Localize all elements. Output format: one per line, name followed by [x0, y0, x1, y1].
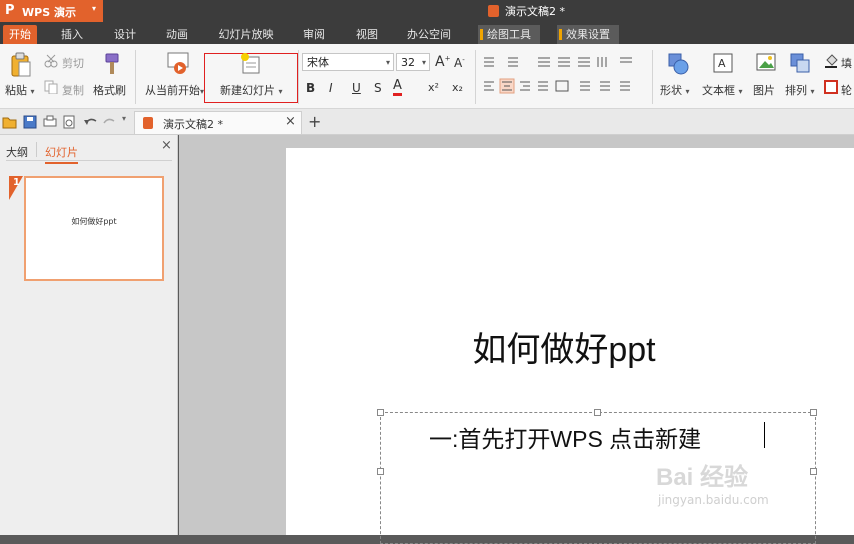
tab-review[interactable]: 审阅: [297, 25, 331, 44]
textbox-label: 文本框: [702, 84, 735, 97]
paragraph-tools[interactable]: [480, 54, 648, 100]
underline-button[interactable]: U: [352, 81, 361, 95]
tab-home[interactable]: 开始: [3, 25, 37, 44]
fill-button[interactable]: 填: [841, 55, 852, 71]
grow-font-button[interactable]: A+: [435, 54, 450, 70]
text-cursor: [764, 422, 765, 448]
quick-access-toolbar: ▾: [0, 109, 854, 135]
presentation-file-icon: [143, 117, 153, 129]
paste-label: 粘贴: [5, 84, 27, 97]
scissors-icon: [44, 54, 58, 68]
font-size-select[interactable]: 32 ▾: [396, 53, 430, 71]
tab-drawing-tools[interactable]: 绘图工具: [478, 25, 540, 44]
copy-button[interactable]: 复制: [62, 82, 84, 98]
paste-button[interactable]: 粘贴 ▾: [5, 82, 35, 98]
resize-handle[interactable]: [377, 468, 384, 475]
resize-handle[interactable]: [810, 468, 817, 475]
watermark-logo: Bai 经验: [656, 464, 749, 491]
slide-title[interactable]: 如何做好ppt: [254, 322, 854, 371]
textbox-button[interactable]: 文本框 ▾: [702, 82, 743, 98]
format-painter-icon[interactable]: [100, 52, 122, 76]
font-name-select[interactable]: 宋体 ▾: [302, 53, 394, 71]
slides-panel: 大纲 幻灯片 × 1 如何做好ppt: [0, 135, 178, 535]
outline-icon: [824, 80, 838, 94]
shape-label: 形状: [660, 84, 682, 97]
body-textbox[interactable]: 一:首先打开WPS 点击新建: [377, 409, 817, 544]
app-name: WPS 演示: [22, 6, 76, 19]
document-tab-label: 演示文稿2 *: [163, 118, 223, 131]
arrange-button[interactable]: 排列 ▾: [785, 82, 815, 98]
thumbnail-title: 如何做好ppt: [71, 217, 117, 226]
tab-outline[interactable]: 大纲: [6, 144, 28, 160]
outline-button[interactable]: 轮: [841, 82, 852, 98]
format-painter-button[interactable]: 格式刷: [93, 82, 126, 98]
shrink-font-icon: A: [454, 56, 463, 70]
presentation-file-icon: [488, 5, 499, 17]
watermark-url: jingyan.baidu.com: [658, 493, 769, 507]
new-slide-icon[interactable]: [240, 52, 262, 76]
paste-icon[interactable]: [10, 52, 32, 78]
window-title-text: 演示文稿2 *: [505, 5, 565, 18]
fill-bucket-icon: [825, 54, 838, 68]
picture-icon[interactable]: [755, 52, 777, 76]
resize-handle[interactable]: [594, 409, 601, 416]
quick-access-icons[interactable]: [2, 115, 122, 129]
menu-bar: 开始 插入 设计 动画 幻灯片放映 审阅 视图 办公空间 绘图工具 效果设置: [0, 22, 854, 44]
svg-text:A: A: [718, 57, 726, 70]
tab-design[interactable]: 设计: [108, 25, 142, 44]
app-menu-button[interactable]: P WPS 演示 ▾: [0, 0, 103, 22]
font-name-value: 宋体: [307, 56, 329, 69]
tab-slideshow[interactable]: 幻灯片放映: [212, 25, 280, 44]
italic-button[interactable]: I: [329, 81, 333, 95]
new-slide-button[interactable]: 新建幻灯片 ▾: [220, 82, 283, 98]
font-size-value: 32: [401, 56, 415, 69]
strikethrough-button[interactable]: S: [374, 81, 382, 95]
tab-effect-settings[interactable]: 效果设置: [557, 25, 619, 44]
window-title: 演示文稿2 *: [488, 3, 565, 19]
ribbon: 粘贴 ▾ 剪切 复制 格式刷 从当前开始▾ 新建幻灯片 ▾ 宋体 ▾ 32 ▾ A+…: [0, 44, 854, 109]
tab-office-space[interactable]: 办公空间: [402, 25, 456, 44]
title-bar: [0, 0, 854, 22]
tab-insert[interactable]: 插入: [55, 25, 89, 44]
tab-slides[interactable]: 幻灯片: [45, 144, 78, 164]
start-from-current-label: 从当前开始: [145, 84, 200, 97]
shape-icon[interactable]: [667, 52, 689, 76]
wps-logo-icon: P: [5, 3, 15, 18]
resize-handle[interactable]: [810, 409, 817, 416]
slide[interactable]: 如何做好ppt 一:首先打开WPS 点击新建 Bai 经验 jingyan.ba…: [286, 148, 854, 544]
picture-button[interactable]: 图片: [753, 82, 775, 98]
new-tab-icon[interactable]: +: [308, 112, 321, 131]
slide-body-text[interactable]: 一:首先打开WPS 点击新建: [429, 420, 701, 454]
tab-animation[interactable]: 动画: [160, 25, 194, 44]
play-from-current-icon[interactable]: [166, 50, 190, 76]
slide-thumbnail[interactable]: 如何做好ppt: [24, 176, 164, 281]
shape-button[interactable]: 形状 ▾: [660, 82, 690, 98]
grow-font-icon: A: [435, 54, 445, 70]
cut-button[interactable]: 剪切: [62, 55, 84, 71]
tab-view[interactable]: 视图: [350, 25, 384, 44]
arrange-label: 排列: [785, 84, 807, 97]
new-slide-label: 新建幻灯片: [220, 84, 275, 97]
copy-icon: [44, 80, 58, 94]
start-from-current-button[interactable]: 从当前开始▾: [145, 82, 204, 98]
bold-button[interactable]: B: [306, 81, 315, 95]
shrink-font-button[interactable]: A-: [454, 56, 465, 70]
chevron-down-icon: ▾: [92, 4, 97, 13]
customize-toolbar-icon[interactable]: ▾: [122, 114, 126, 123]
document-tab[interactable]: 演示文稿2 * ×: [134, 111, 302, 134]
superscript-button[interactable]: x²: [428, 81, 439, 94]
font-color-button[interactable]: A: [393, 79, 402, 96]
subscript-button[interactable]: x₂: [452, 81, 463, 94]
slide-number: 1: [13, 177, 20, 188]
close-panel-icon[interactable]: ×: [161, 138, 172, 153]
resize-handle[interactable]: [377, 409, 384, 416]
close-tab-icon[interactable]: ×: [285, 114, 296, 129]
textbox-icon[interactable]: A: [712, 52, 734, 76]
arrange-icon[interactable]: [789, 52, 811, 76]
